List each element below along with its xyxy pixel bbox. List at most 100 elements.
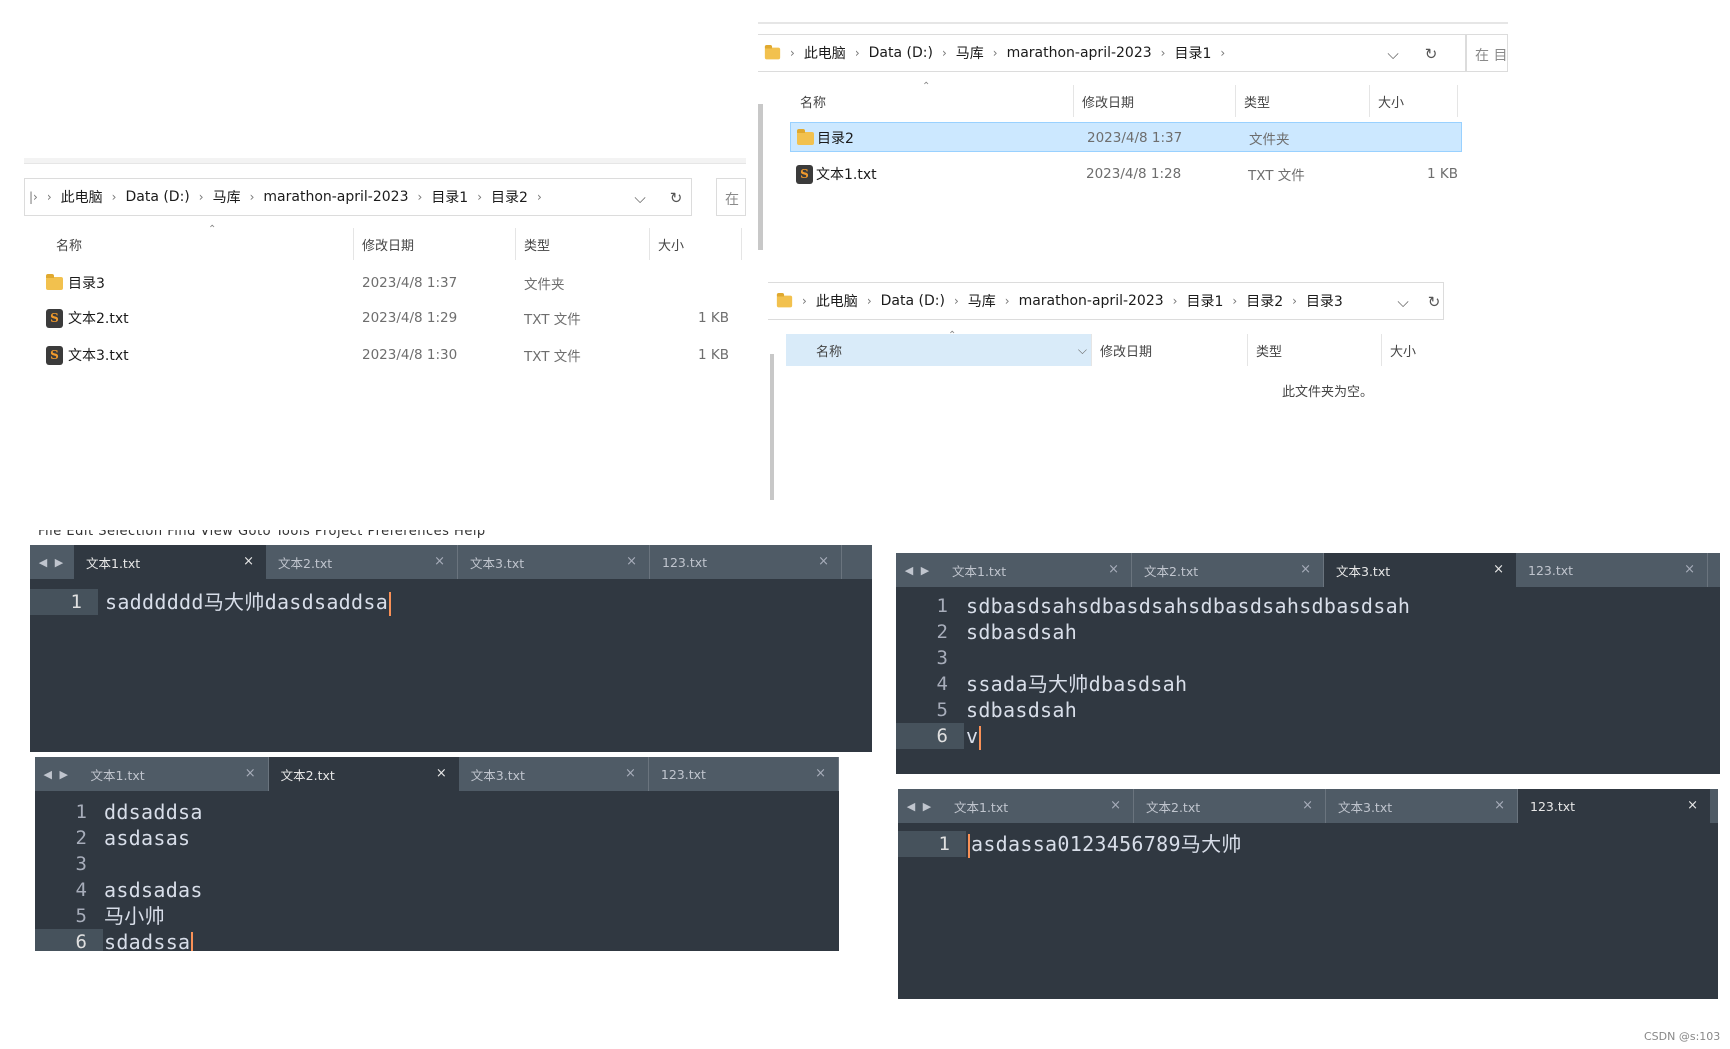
close-icon[interactable]: × [1493,562,1504,577]
tab-text1[interactable]: 文本1.txt × [74,545,266,579]
column-size[interactable]: 大小 [1370,85,1458,117]
file-row-text2[interactable]: S 文本2.txt 2023/4/8 1:29 TXT 文件 1 KB [42,303,742,333]
tab-text3[interactable]: 文本3.txt × [458,545,650,579]
breadcrumb-dir1[interactable]: › 目录1 [1164,291,1224,311]
close-icon[interactable]: × [1110,798,1121,813]
refresh-icon[interactable]: ↻ [1424,283,1443,319]
breadcrumb-this-pc[interactable]: › 此电脑 [793,291,858,311]
breadcrumb-data-d[interactable]: › Data (D:) [846,45,933,61]
file-row-text1[interactable]: S 文本1.txt 2023/4/8 1:28 TXT 文件 1 KB [790,159,1462,189]
close-icon[interactable]: × [243,554,254,569]
tab-text1[interactable]: 文本1.txt × [942,789,1134,823]
sublime-file-icon: S [46,308,63,328]
address-bar[interactable]: › 此电脑 › Data (D:) › 马库 › marathon-april-2023… [758,34,1466,72]
breadcrumb-dir1[interactable]: › 目录1 › [1152,43,1235,63]
scrollbar[interactable] [770,354,774,500]
tab-123[interactable]: 123.txt × [650,545,842,579]
file-row-text3[interactable]: S 文本3.txt 2023/4/8 1:30 TXT 文件 1 KB [42,340,742,370]
address-bar[interactable]: |› › 此电脑 › Data (D:) › 马库 › marathon-april-2… [24,178,692,216]
column-header-row: 名称 ⌃ 修改日期 类型 大小 [48,224,744,260]
breadcrumb-dir2[interactable]: › 目录2 [1223,291,1283,311]
breadcrumb-this-pc[interactable]: › 此电脑 [38,187,103,207]
tab-text1[interactable]: 文本1.txt × [940,553,1132,587]
close-icon[interactable]: × [1300,562,1311,577]
chevron-down-icon[interactable]: ⌵ [1078,343,1087,358]
menu-bar[interactable]: File Edit Selection Find View Goto Tools… [38,530,598,538]
close-icon[interactable]: × [1108,562,1119,577]
column-name[interactable]: 名称 ⌃ [48,224,354,260]
close-icon[interactable]: × [1302,798,1313,813]
column-size[interactable]: 大小 [1382,334,1444,366]
close-icon[interactable]: × [1684,562,1695,577]
tab-nav-arrows-icon[interactable]: ◀ ▶ [898,789,942,823]
breadcrumb-data-d[interactable]: › Data (D:) [858,293,945,309]
close-icon[interactable]: × [434,554,445,569]
chevron-down-icon[interactable]: ⌵ [1378,35,1408,71]
search-input[interactable]: 在 | [716,178,746,216]
code-area[interactable]: 1 asdassa0123456789马大帅 [898,823,1718,999]
close-icon[interactable]: × [245,766,256,781]
sort-up-icon: ⌃ [922,81,931,92]
tab-text2[interactable]: 文本2.txt × [1134,789,1326,823]
refresh-icon[interactable]: ↻ [661,179,691,215]
breadcrumb-marathon[interactable]: › marathon-april-2023 [984,45,1152,61]
column-type[interactable]: 类型 [1248,334,1382,366]
column-modified[interactable]: 修改日期 [1074,85,1236,117]
line-number: 5 [936,699,948,721]
breadcrumb-data-d[interactable]: › Data (D:) [103,189,190,205]
chevron-down-icon[interactable]: ⌵ [625,179,655,215]
tab-text2[interactable]: 文本2.txt × [266,545,458,579]
tab-123[interactable]: 123.txt × [1516,553,1708,587]
code-area[interactable]: 1 sadddddd马大帅dasdsaddsa [30,579,872,752]
column-size[interactable]: 大小 [650,228,742,260]
breadcrumb-dir3[interactable]: › 目录3 [1283,291,1343,311]
tab-text2[interactable]: 文本2.txt × [268,757,459,791]
tab-text1[interactable]: 文本1.txt × [79,757,269,791]
code-line: ddsaddsa [104,800,203,824]
folder-icon [764,44,781,59]
close-icon[interactable]: × [1494,798,1505,813]
address-bar[interactable]: › 此电脑 › Data (D:) › 马库 › marathon-april-2023… [768,282,1444,320]
breadcrumb-maku[interactable]: › 马库 [945,291,996,311]
tab-text3[interactable]: 文本3.txt × [1324,553,1516,587]
file-row-dir3[interactable]: 目录3 2023/4/8 1:37 文件夹 [42,268,742,298]
code-area[interactable]: 1 ddsaddsa 2 asdasas 3 4 asdsadas 5 马小帅 … [35,791,839,951]
tab-123[interactable]: 123.txt × [649,757,839,791]
close-icon[interactable]: × [1687,798,1698,813]
file-name: 目录2 [817,131,854,147]
scrollbar[interactable] [758,104,763,250]
column-modified[interactable]: 修改日期 [354,228,516,260]
column-name[interactable]: 名称 ⌃ ⌵ [786,330,1092,366]
breadcrumb-marathon[interactable]: › marathon-april-2023 [996,293,1164,309]
tab-text3[interactable]: 文本3.txt × [459,757,649,791]
code-line: sdbasdsah [966,620,1078,644]
tab-text2[interactable]: 文本2.txt × [1132,553,1324,587]
close-icon[interactable]: × [625,766,636,781]
breadcrumb-maku[interactable]: › 马库 [190,187,241,207]
close-icon[interactable]: × [626,554,637,569]
close-icon[interactable]: × [815,766,826,781]
breadcrumb-maku[interactable]: › 马库 [933,43,984,63]
column-type[interactable]: 类型 [1236,85,1370,117]
tab-nav-arrows-icon[interactable]: ◀ ▶ [30,545,74,579]
breadcrumb-dir1[interactable]: › 目录1 [409,187,469,207]
tab-nav-arrows-icon[interactable]: ◀ ▶ [896,553,940,587]
file-type: 文件夹 [1249,132,1290,148]
tab-text3[interactable]: 文本3.txt × [1326,789,1518,823]
breadcrumb-dir2[interactable]: › 目录2 › [468,187,551,207]
breadcrumb-marathon[interactable]: › marathon-april-2023 [241,189,409,205]
column-name[interactable]: 名称 ⌃ [792,81,1074,117]
code-area[interactable]: 1 sdbasdsahsdbasdsahsdbasdsahsdbasdsah 2… [896,587,1720,774]
close-icon[interactable]: × [818,554,829,569]
search-input[interactable]: 在 目 [1466,34,1508,72]
chevron-down-icon[interactable]: ⌵ [1388,283,1418,319]
file-row-dir2[interactable]: 目录2 2023/4/8 1:37 文件夹 [790,122,1462,152]
line-number: 1 [30,589,98,615]
refresh-icon[interactable]: ↻ [1416,35,1446,71]
column-modified[interactable]: 修改日期 [1092,334,1248,366]
column-type[interactable]: 类型 [516,228,650,260]
breadcrumb-this-pc[interactable]: › 此电脑 [781,43,846,63]
tab-nav-arrows-icon[interactable]: ◀ ▶ [35,757,79,791]
close-icon[interactable]: × [436,766,447,781]
tab-123[interactable]: 123.txt × [1518,789,1710,823]
